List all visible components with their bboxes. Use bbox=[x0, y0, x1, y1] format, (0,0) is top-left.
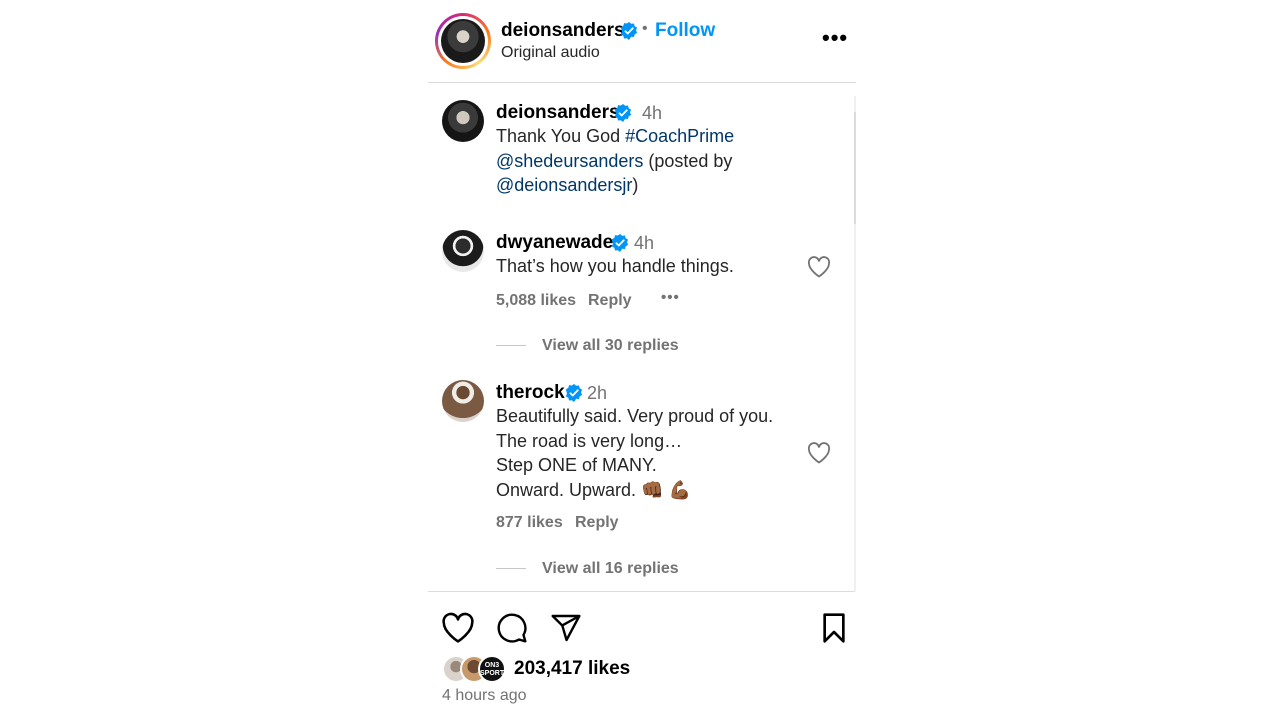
bookmark-icon[interactable] bbox=[820, 612, 848, 644]
original-audio-link[interactable]: Original audio bbox=[501, 44, 600, 62]
more-dots-icon[interactable]: ••• bbox=[661, 289, 680, 306]
separator-dot: • bbox=[642, 20, 648, 37]
verified-badge-icon bbox=[611, 234, 629, 252]
verified-badge-icon bbox=[565, 384, 583, 402]
more-dots-icon[interactable]: ••• bbox=[822, 27, 848, 49]
verified-badge-icon bbox=[620, 22, 638, 40]
post-timestamp: 4 hours ago bbox=[442, 687, 527, 704]
comment-username[interactable]: therock bbox=[496, 382, 565, 404]
mention-link[interactable]: @shedeursanders bbox=[496, 151, 643, 171]
heart-icon[interactable] bbox=[807, 256, 831, 278]
author-avatar[interactable] bbox=[435, 13, 491, 69]
scrollbar[interactable] bbox=[854, 96, 856, 592]
view-replies-button[interactable]: View all 16 replies bbox=[496, 560, 679, 578]
view-replies-button[interactable]: View all 30 replies bbox=[496, 337, 679, 355]
liker-avatar: ON3 SPORTS bbox=[478, 655, 509, 683]
comment-text: That’s how you handle things. bbox=[496, 256, 734, 276]
comment-avatar[interactable] bbox=[442, 380, 484, 422]
comments-section[interactable]: deionsanders 4h Thank You God #CoachPrim… bbox=[428, 84, 856, 592]
comment-likes[interactable]: 877 likes bbox=[496, 514, 563, 532]
post-header: deionsanders • Follow Original audio ••• bbox=[428, 0, 856, 83]
post-panel: deionsanders • Follow Original audio •••… bbox=[428, 0, 856, 720]
heart-icon[interactable] bbox=[441, 612, 475, 644]
mention-link[interactable]: @deionsandersjr bbox=[496, 175, 632, 195]
follow-button[interactable]: Follow bbox=[655, 20, 715, 42]
comment-avatar[interactable] bbox=[442, 230, 484, 272]
post-likes-count[interactable]: 203,417 likes bbox=[514, 658, 630, 680]
comment-time: 2h bbox=[587, 383, 608, 403]
caption-username[interactable]: deionsanders bbox=[496, 102, 620, 124]
reply-button[interactable]: Reply bbox=[588, 292, 632, 310]
comment-time: 4h bbox=[634, 233, 655, 253]
hashtag-link[interactable]: #CoachPrime bbox=[625, 126, 734, 146]
caption-avatar[interactable] bbox=[442, 100, 484, 142]
comment-icon[interactable] bbox=[496, 612, 528, 644]
verified-badge-icon bbox=[614, 104, 632, 122]
comment-text: Beautifully said. Very proud of you. The… bbox=[496, 406, 774, 500]
comment-likes[interactable]: 5,088 likes bbox=[496, 292, 576, 310]
caption-time: 4h bbox=[642, 103, 663, 123]
author-username[interactable]: deionsanders bbox=[501, 20, 625, 42]
reply-button[interactable]: Reply bbox=[575, 514, 619, 532]
heart-icon[interactable] bbox=[807, 442, 831, 464]
caption-text: Thank You God #CoachPrime @shedeursander… bbox=[496, 126, 735, 195]
share-icon[interactable] bbox=[550, 612, 582, 644]
comment-username[interactable]: dwyanewade bbox=[496, 232, 613, 254]
